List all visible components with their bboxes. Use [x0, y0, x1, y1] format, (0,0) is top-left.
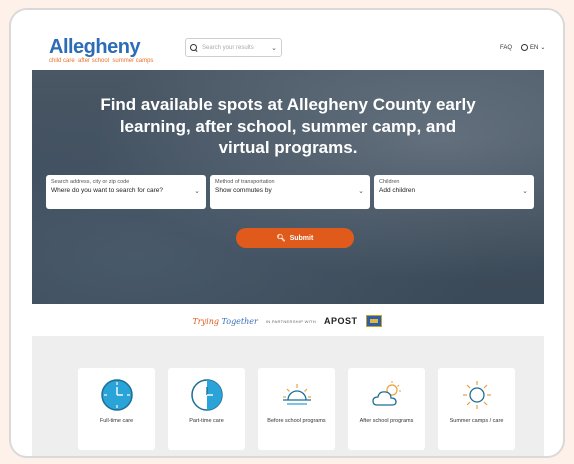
address-field[interactable]: Search address, city or zip code Where d…: [46, 175, 206, 209]
children-field[interactable]: Children Add children ⌄: [374, 175, 534, 209]
hero-title: Find available spots at Allegheny County…: [100, 95, 476, 157]
faq-link[interactable]: FAQ: [500, 45, 512, 51]
chevron-down-icon: ⌄: [522, 188, 528, 195]
together-text: Together: [221, 316, 258, 326]
language-selector[interactable]: EN ⌄: [521, 44, 545, 51]
county-seal-logo: [365, 315, 382, 327]
submit-label: Submit: [289, 234, 314, 242]
service-card-part-time[interactable]: Part-time care: [168, 368, 245, 450]
address-label: Search address, city or zip code: [51, 179, 130, 185]
service-card-full-time[interactable]: Full-time care: [78, 368, 155, 450]
cloud-sun-icon: [371, 381, 401, 406]
partners-bar: Trying Together IN PARTNERSHIP WITH APOS…: [11, 306, 563, 336]
globe-icon: [521, 44, 528, 51]
hero-section: Find available spots at Allegheny County…: [32, 70, 544, 304]
transportation-value: Show commutes by: [215, 187, 272, 194]
site-header: Allegheny child care after school summer…: [11, 10, 563, 70]
service-card-before-school[interactable]: Before school programs: [258, 368, 335, 450]
services-section: Full-time care Part-time care Before sch…: [32, 336, 544, 456]
clock-half-icon: [190, 379, 223, 411]
logo-tagline: child care after school summer camps: [49, 58, 153, 64]
chevron-down-icon: ⌄: [540, 45, 546, 51]
chevron-down-icon: ⌄: [358, 188, 364, 195]
logo-tag-1: child care: [49, 58, 75, 64]
service-card-after-school[interactable]: After school programs: [348, 368, 425, 450]
search-icon: [190, 43, 198, 52]
language-label: EN: [530, 44, 539, 51]
chevron-down-icon: ⌄: [271, 44, 277, 52]
service-label: Full-time care: [99, 418, 134, 424]
chevron-down-icon: ⌄: [194, 188, 200, 195]
children-label: Children: [379, 179, 400, 185]
browser-frame: Allegheny child care after school summer…: [9, 8, 565, 458]
search-icon: 🔍︎: [276, 235, 286, 242]
transportation-label: Method of transportation: [215, 179, 275, 185]
logo-tag-2: after school: [78, 58, 110, 64]
submit-button[interactable]: 🔍︎ Submit: [236, 228, 354, 248]
search-form: Search address, city or zip code Where d…: [46, 175, 534, 209]
trying-text: Trying: [192, 316, 219, 326]
search-select[interactable]: Search your results ⌄: [185, 38, 282, 57]
sun-icon: [462, 381, 491, 409]
allegheny-logo[interactable]: Allegheny child care after school summer…: [49, 37, 153, 64]
children-value: Add children: [379, 187, 416, 194]
service-label: After school programs: [359, 418, 414, 424]
logo-tag-3: summer camps: [112, 58, 154, 64]
logo-text: Allegheny: [49, 36, 141, 58]
service-label: Part-time care: [189, 418, 224, 424]
transportation-field[interactable]: Method of transportation Show commutes b…: [210, 175, 370, 209]
partnership-text: IN PARTNERSHIP WITH: [265, 318, 316, 324]
sunrise-icon: [282, 384, 311, 405]
address-value: Where do you want to search for care?: [51, 187, 164, 194]
apost-logo: APOST: [324, 316, 358, 326]
clock-full-icon: [100, 379, 133, 411]
service-label: Summer camps / care: [449, 418, 504, 424]
trying-together-logo: Trying Together: [192, 317, 257, 326]
search-placeholder: Search your results: [202, 44, 254, 51]
service-label: Before school programs: [267, 418, 326, 424]
logo-wordmark: Allegheny: [49, 37, 153, 57]
service-card-summer-camps[interactable]: Summer camps / care: [438, 368, 515, 450]
